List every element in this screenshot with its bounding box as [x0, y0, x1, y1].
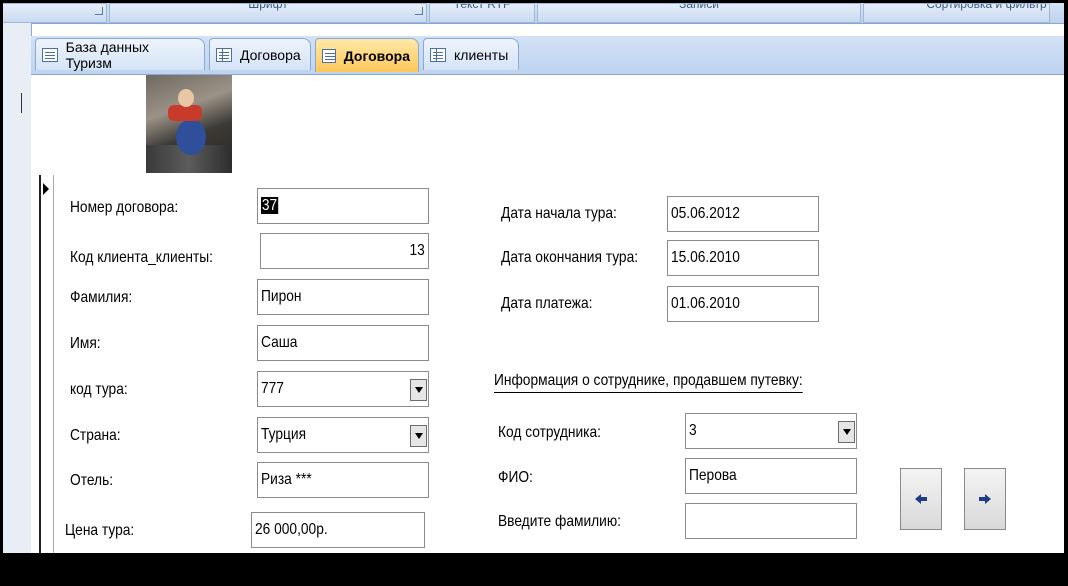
hotel-label: Отель: — [70, 472, 114, 489]
contract-number-field[interactable]: 37 — [257, 188, 429, 224]
country-value: Турция — [261, 426, 307, 443]
enter-surname-label: Введите фамилию: — [498, 513, 622, 530]
tour-end-field[interactable]: 15.06.2010 — [667, 240, 819, 276]
dialog-launcher-icon[interactable] — [95, 7, 103, 15]
tour-start-label: Дата начала тура: — [501, 205, 617, 222]
employee-name-field[interactable]: Перова — [685, 458, 857, 494]
client-code-field[interactable]: 13 — [260, 233, 429, 269]
tab-tourism-database[interactable]: База данных Туризм — [35, 38, 205, 71]
tab-contracts-table[interactable]: Договора — [209, 38, 311, 70]
employee-section-title: Информация о сотруднике, продавшем путев… — [494, 372, 803, 393]
form-icon — [42, 47, 58, 62]
payment-date-label: Дата платежа: — [501, 295, 593, 312]
table-icon — [216, 47, 232, 62]
tab-clients-table[interactable]: клиенты — [423, 38, 519, 70]
employee-name-label: ФИО: — [498, 469, 533, 486]
employee-code-value: 3 — [689, 422, 697, 439]
employee-code-label: Код сотрудника: — [498, 424, 601, 441]
client-code-value: 13 — [409, 242, 425, 259]
ribbon-group-records[interactable]: Записи — [537, 3, 861, 23]
tab-contracts-form[interactable]: Договора — [315, 38, 419, 72]
access-window: Шрифт Текст RTF Записи Сортировка и филь… — [3, 3, 1064, 553]
navigation-pane[interactable] — [3, 23, 32, 553]
hotel-value: Риза *** — [261, 471, 312, 488]
ribbon-group-label: Текст RTF — [453, 3, 511, 11]
name-value: Саша — [261, 334, 298, 351]
chevron-down-icon[interactable] — [838, 421, 855, 443]
document-tab-bar: База данных Туризм Договора Договора кли… — [31, 36, 1064, 75]
tour-end-value: 15.06.2010 — [671, 249, 740, 266]
record-selector[interactable] — [39, 175, 54, 553]
contract-number-value: 37 — [261, 197, 279, 214]
country-combobox[interactable]: Турция — [257, 417, 429, 453]
tab-label: клиенты — [454, 46, 509, 63]
tour-start-value: 05.06.2012 — [671, 205, 740, 222]
payment-date-field[interactable]: 01.06.2010 — [667, 286, 819, 322]
ribbon-group-labels: Шрифт Текст RTF Записи Сортировка и филь… — [3, 3, 1064, 24]
arrow-left-icon — [915, 494, 927, 504]
payment-date-value: 01.06.2010 — [671, 295, 740, 312]
tab-label: Договора — [343, 47, 410, 64]
name-field[interactable]: Саша — [257, 325, 429, 361]
ribbon-group-label: Сортировка и фильтр — [926, 3, 1047, 11]
surname-label: Фамилия: — [70, 289, 133, 306]
ribbon-group-clipboard[interactable] — [3, 3, 107, 23]
tour-start-field[interactable]: 05.06.2012 — [667, 196, 819, 232]
previous-record-button[interactable] — [900, 468, 942, 530]
name-label: Имя: — [70, 335, 101, 352]
ribbon-group-font[interactable]: Шрифт — [109, 3, 427, 23]
nav-pane-marker — [21, 93, 22, 113]
tab-label: Договора — [240, 46, 301, 63]
employee-name-value: Перова — [689, 467, 737, 484]
hotel-field[interactable]: Риза *** — [257, 462, 429, 498]
contracts-form: Номер договора: 37 Код клиента_клиенты: … — [31, 75, 1064, 553]
next-record-button[interactable] — [964, 468, 1006, 530]
ribbon-group-sort-filter[interactable]: Сортировка и фильтр — [863, 3, 1050, 23]
price-label: Цена тура: — [65, 522, 135, 539]
tour-code-value: 777 — [261, 380, 284, 397]
form-icon — [322, 48, 336, 63]
chevron-down-icon[interactable] — [410, 425, 427, 447]
chevron-down-icon[interactable] — [410, 379, 427, 401]
arrow-right-icon — [979, 494, 991, 504]
price-field[interactable]: 26 000,00р. — [251, 512, 425, 548]
record-selector-arrow-icon — [43, 183, 49, 195]
tour-end-label: Дата окончания тура: — [501, 249, 639, 266]
table-icon — [430, 47, 446, 62]
surname-field[interactable]: Пирон — [257, 279, 429, 315]
price-value: 26 000,00р. — [255, 521, 328, 538]
enter-surname-input[interactable] — [685, 503, 857, 539]
client-photo — [146, 75, 232, 173]
contract-number-label: Номер договора: — [70, 199, 179, 216]
ribbon-group-rich-text[interactable]: Текст RTF — [429, 3, 535, 23]
country-label: Страна: — [70, 427, 121, 444]
surname-value: Пирон — [261, 288, 302, 305]
ribbon-group-label: Записи — [679, 3, 719, 11]
tab-label: База данных Туризм — [65, 38, 150, 71]
tour-code-combobox[interactable]: 777 — [257, 371, 429, 407]
client-code-label: Код клиента_клиенты: — [70, 249, 213, 266]
tour-code-label: код тура: — [70, 381, 128, 398]
ribbon-group-label: Шрифт — [248, 3, 288, 11]
dialog-launcher-icon[interactable] — [415, 7, 423, 15]
employee-code-combobox[interactable]: 3 — [685, 413, 857, 449]
